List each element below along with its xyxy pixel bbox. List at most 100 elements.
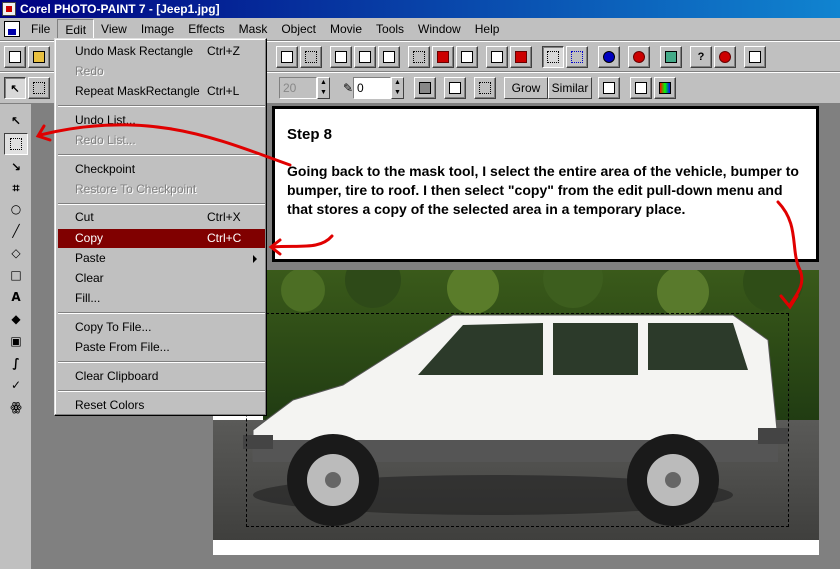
- transparency-spinner[interactable]: ▲ ▼: [391, 77, 404, 99]
- menu-item-paste-from-file[interactable]: Paste From File...: [58, 338, 265, 357]
- menu-item-shortcut: Ctrl+C: [207, 231, 242, 245]
- refresh-button[interactable]: [628, 46, 650, 68]
- menu-object[interactable]: Object: [274, 19, 323, 39]
- zoom-tool[interactable]: ○: [4, 198, 28, 220]
- menu-effects[interactable]: Effects: [181, 19, 231, 39]
- stop-icon: [515, 51, 527, 63]
- image-sprayer-icon: ꙮ: [10, 400, 22, 414]
- refresh-icon: [633, 51, 645, 63]
- text-tool[interactable]: A: [4, 286, 28, 308]
- step-heading: Step 8: [287, 126, 333, 143]
- clone-tool[interactable]: ▣: [4, 330, 28, 352]
- menu-item-paste[interactable]: Paste: [58, 249, 265, 268]
- film-button[interactable]: [744, 46, 766, 68]
- rectangle-mask-button[interactable]: [28, 77, 50, 99]
- size-field[interactable]: 20: [279, 77, 317, 99]
- menu-help[interactable]: Help: [468, 19, 507, 39]
- menu-view[interactable]: View: [94, 19, 134, 39]
- mask-invert-icon: [461, 51, 473, 63]
- menu-item-label: Reset Colors: [75, 398, 145, 412]
- object-icon: [335, 51, 347, 63]
- menu-item-clear[interactable]: Clear: [58, 269, 265, 288]
- color-mask-icon: [659, 82, 671, 94]
- mask-tool[interactable]: [4, 133, 28, 155]
- menu-item-copy-to-file[interactable]: Copy To File...: [58, 318, 265, 337]
- channels-button[interactable]: [630, 77, 652, 99]
- fill-tool[interactable]: ◆: [4, 308, 28, 330]
- menu-edit[interactable]: Edit: [57, 19, 95, 39]
- mask-overlay-button[interactable]: [542, 46, 564, 68]
- menu-item-label: Undo List...: [75, 113, 136, 127]
- import-button[interactable]: [300, 46, 322, 68]
- fill-bucket-icon: ◆: [11, 312, 21, 326]
- menu-item-clear-clipboard[interactable]: Clear Clipboard: [58, 367, 265, 386]
- document-icon[interactable]: [4, 21, 20, 37]
- paint-on-mask-button[interactable]: [486, 46, 508, 68]
- view-button[interactable]: [660, 46, 682, 68]
- pick-tool[interactable]: ↖: [4, 110, 28, 132]
- help-button[interactable]: ?: [690, 46, 712, 68]
- menu-item-undo[interactable]: Undo Mask Rectangle Ctrl+Z: [58, 42, 265, 61]
- rectangle-mask-icon: [33, 82, 45, 94]
- info-button[interactable]: [598, 46, 620, 68]
- menu-item-undo-list[interactable]: Undo List...: [58, 111, 265, 130]
- edit-fill-icon: [383, 51, 395, 63]
- eyedropper-tool[interactable]: ╱: [4, 220, 28, 242]
- menu-item-label: Restore To Checkpoint: [75, 182, 197, 196]
- mask-pointer-button[interactable]: ↖: [4, 77, 26, 99]
- edit-fill-button[interactable]: [378, 46, 400, 68]
- grow-button[interactable]: Grow: [504, 77, 548, 99]
- feather-button[interactable]: [444, 77, 466, 99]
- anti-alias-button[interactable]: [414, 77, 436, 99]
- menu-item-label: Paste From File...: [75, 340, 170, 354]
- mask-invert-button[interactable]: [456, 46, 478, 68]
- clip-mask-button[interactable]: [598, 77, 620, 99]
- stroke-mask-icon: [479, 82, 491, 94]
- menu-item-repeat[interactable]: Repeat MaskRectangle Ctrl+L: [58, 82, 265, 101]
- crop-icon: ⌗: [12, 180, 20, 195]
- object-button[interactable]: [330, 46, 352, 68]
- stop-button[interactable]: [510, 46, 532, 68]
- open-button[interactable]: [28, 46, 50, 68]
- similar-button[interactable]: Similar: [548, 77, 592, 99]
- effect-tool[interactable]: ✓: [4, 374, 28, 396]
- menu-tools[interactable]: Tools: [369, 19, 411, 39]
- menu-mask[interactable]: Mask: [232, 19, 275, 39]
- mask-border-button[interactable]: [566, 46, 588, 68]
- eraser-tool[interactable]: ◇: [4, 242, 28, 264]
- image-sprayer-tool[interactable]: ꙮ: [4, 396, 28, 418]
- paint-tool[interactable]: ∫: [4, 352, 28, 374]
- size-spinner[interactable]: ▲ ▼: [317, 77, 330, 99]
- stroke-mask-button[interactable]: [474, 77, 496, 99]
- transparency-field[interactable]: 0: [353, 77, 391, 99]
- menu-item-label: Copy To File...: [75, 320, 152, 334]
- apple-button[interactable]: [714, 46, 736, 68]
- menu-file[interactable]: File: [24, 19, 57, 39]
- transform-button[interactable]: [354, 46, 376, 68]
- crop-tool[interactable]: ⌗: [4, 177, 28, 199]
- menu-item-cut[interactable]: Cut Ctrl+X: [58, 208, 265, 227]
- menu-item-checkpoint[interactable]: Checkpoint: [58, 160, 265, 179]
- app-icon[interactable]: [2, 2, 16, 16]
- mask-remove-button[interactable]: [432, 46, 454, 68]
- window-title: Corel PHOTO-PAINT 7 - [Jeep1.jpg]: [20, 2, 220, 16]
- rectangle-shape-tool[interactable]: □: [4, 264, 28, 286]
- menu-image[interactable]: Image: [134, 19, 181, 39]
- menu-window[interactable]: Window: [411, 19, 468, 39]
- text-tool-icon: A: [11, 290, 21, 304]
- print-button[interactable]: [276, 46, 298, 68]
- menu-item-reset-colors[interactable]: Reset Colors: [58, 396, 265, 415]
- pick-tool-icon: ↖: [10, 114, 22, 128]
- menu-item-fill[interactable]: Fill...: [58, 289, 265, 308]
- eraser-icon: ◇: [11, 246, 21, 260]
- mask-marquee-button[interactable]: [408, 46, 430, 68]
- menu-separator: [58, 361, 265, 363]
- new-button[interactable]: [4, 46, 26, 68]
- feather-icon: [449, 82, 461, 94]
- menu-movie[interactable]: Movie: [323, 19, 369, 39]
- menu-item-copy[interactable]: Copy Ctrl+C: [58, 229, 265, 248]
- color-mask-button[interactable]: [654, 77, 676, 99]
- jeep-photo[interactable]: [213, 270, 819, 555]
- freehand-mask-tool[interactable]: ↘: [4, 156, 28, 178]
- mask-pointer-icon: ↖: [10, 82, 20, 95]
